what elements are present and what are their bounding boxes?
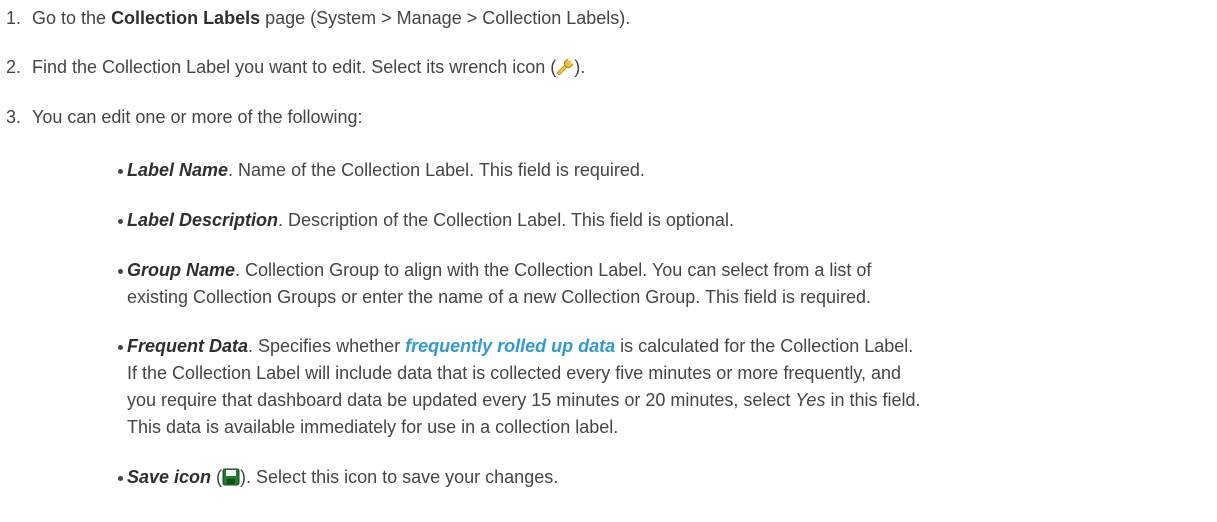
field-description-line: you require that dashboard data be updat… (127, 390, 796, 410)
step-text: You can edit one or more of the followin… (32, 107, 363, 127)
step-text-prefix: Go to the (32, 8, 112, 28)
field-description: . Name of the Collection Label. This fie… (228, 160, 645, 180)
frequently-rolled-up-data-link[interactable]: frequently rolled up data (405, 336, 615, 356)
yes-value: Yes (795, 390, 826, 410)
field-description: . Collection Group to align with the Col… (235, 260, 872, 280)
wrench-icon (556, 57, 574, 75)
field-term: Label Name (127, 160, 229, 180)
step-number: 3. (6, 107, 22, 127)
step-text: Go to the Collection Labels page (System… (32, 5, 630, 32)
field-item-label-name: Label Name. Name of the Collection Label… (117, 157, 1197, 184)
document-page: 1. Go to the Collection Labels page (Sys… (0, 0, 1217, 522)
field-term: Label Description (127, 210, 279, 230)
field-item-frequent-data: Frequent Data. Specifies whether frequen… (117, 333, 1197, 441)
step-text-before: Find the Collection Label you want to ed… (32, 57, 557, 77)
step-text: Find the Collection Label you want to ed… (32, 54, 585, 81)
field-text-after: ). Select this icon to save your changes… (240, 467, 559, 487)
field-term: Group Name (127, 260, 236, 280)
field-description: . Description of the Collection Label. T… (278, 210, 734, 230)
step-text-after: ). (574, 57, 586, 77)
step-number: 1. (6, 8, 22, 28)
step-3: 3. You can edit one or more of the follo… (6, 104, 363, 131)
field-description-cont: is calculated for the Collection Label. (615, 336, 914, 356)
field-term: Save icon (127, 467, 212, 487)
field-item-save-icon: Save icon ( ). Select this icon to save … (117, 464, 1197, 491)
field-description-line-end: in this field. (825, 390, 921, 410)
step-text-suffix: page (System > Manage > Collection Label… (260, 8, 631, 28)
field-text-before: ( (211, 467, 223, 487)
field-term: Frequent Data (127, 336, 249, 356)
field-description-line: This data is available immediately for u… (127, 417, 619, 437)
step-2: 2. Find the Collection Label you want to… (6, 54, 585, 81)
step-1: 1. Go to the Collection Labels page (Sys… (6, 5, 630, 32)
field-item-group-name: Group Name. Collection Group to align wi… (117, 257, 1197, 311)
field-item-label-description: Label Description. Description of the Co… (117, 207, 1197, 234)
save-icon (222, 467, 240, 486)
collection-labels-page-name: Collection Labels (111, 8, 261, 28)
field-description-line: existing Collection Groups or enter the … (127, 287, 872, 307)
field-description-line: If the Collection Label will include dat… (127, 363, 902, 383)
step-number: 2. (6, 57, 22, 77)
field-description: . Specifies whether (248, 336, 406, 356)
